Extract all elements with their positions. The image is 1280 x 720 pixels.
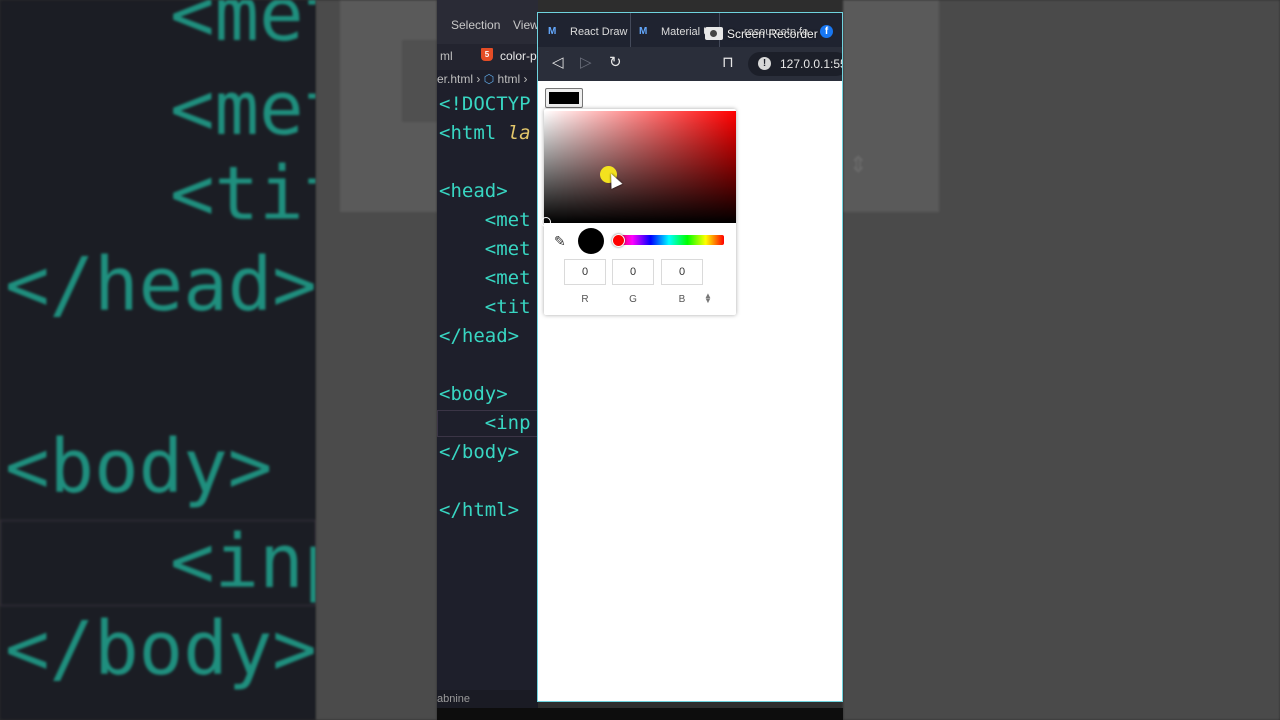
reload-icon[interactable]: ↻ [609,55,622,71]
breadcrumb-element[interactable]: html [498,72,521,86]
code-line[interactable]: <tit [439,296,531,318]
bg-code-line: <met [170,0,316,58]
code-editor: Selection View ml 5 color-p er.html › ⬡ … [437,0,538,710]
saturation-area[interactable] [544,111,736,223]
breadcrumb-file[interactable]: er.html [437,72,473,86]
code-line[interactable]: <met [439,267,531,289]
code-line[interactable]: <!DOCTYP [439,93,531,115]
bookmark-icon[interactable]: ⊓ [722,55,734,71]
browser-window: M React Draw M Material U resourcetp fo … [537,12,843,702]
editor-tab-bar: ml 5 color-p [437,44,538,70]
address-bar[interactable]: ! 127.0.0.1:55 [748,52,843,76]
color-input[interactable] [545,88,583,108]
mui-logo-icon: M [639,26,648,37]
breadcrumb: er.html › ⬡ html › [437,72,528,86]
eyedropper-icon[interactable]: ✎ [554,233,566,250]
code-line[interactable]: </html> [439,499,519,521]
color-input-swatch [549,92,579,104]
bottom-edge [437,708,843,720]
bg-card [402,40,437,122]
code-line[interactable]: <html la [439,122,531,144]
background-zoom-right: ⇕ [843,0,1280,720]
saturation-handle[interactable] [541,217,551,227]
bg-code-line: <met [170,66,316,152]
info-icon[interactable]: ! [758,57,771,70]
code-tag: <html [439,122,508,144]
hue-slider-handle[interactable] [612,234,625,247]
blue-label: B [678,294,686,305]
bg-code-line: <tit [170,151,316,237]
facebook-icon[interactable]: f [820,25,833,38]
chevron-right-icon: › [523,72,528,86]
red-field[interactable]: 0 [564,259,606,285]
code-line[interactable]: </head> [439,325,519,347]
browser-tab-label: Material U [661,26,712,38]
menu-selection[interactable]: Selection [451,18,500,32]
editor-menubar: Selection View [437,0,538,50]
chevron-right-icon: › [476,72,484,86]
background-zoom-left: <met <met <tit </head> <body> <inp </bod… [0,0,316,720]
bg-card [843,0,939,212]
bg-code-line: </body> [5,606,316,692]
color-preview [578,228,604,254]
browser-tab-label: React Draw [570,26,628,38]
page-content: ✎ 0 0 0 R G B ▲ ▼ [538,81,842,701]
code-attr: la [507,122,531,144]
html5-icon: 5 [481,48,493,61]
code-line[interactable]: <head> [439,180,508,202]
code-line[interactable]: <inp [439,412,531,434]
screen-recorder-label: Screen Recorder [727,27,818,41]
browser-tab[interactable]: M React Draw [538,13,631,47]
editor-tab-prev[interactable]: ml [440,49,453,63]
browser-tab-strip: M React Draw M Material U resourcetp fo … [538,13,842,47]
screen-recorder-watermark: Screen Recorder [705,27,818,41]
code-line[interactable]: <met [439,238,531,260]
up-down-arrows-icon[interactable]: ▲ ▼ [704,292,712,305]
code-line[interactable]: </body> [439,441,519,463]
red-label: R [581,294,589,305]
code-line[interactable]: <met [439,209,531,231]
forward-icon[interactable]: ▷ [580,55,592,71]
editor-tab-active[interactable]: color-p [500,49,537,63]
bg-arrows-icon: ⇕ [849,152,868,177]
bg-code-line: </head> [5,242,316,328]
bg-code-line: <body> [5,424,273,510]
menu-view[interactable]: View [513,18,538,32]
camera-icon [705,27,723,40]
bg-code-line: <inp [170,519,316,605]
url-text: 127.0.0.1:55 [780,57,843,71]
browser-toolbar: ◁ ▷ ↻ ⊓ ! 127.0.0.1:55 [538,47,843,81]
green-field[interactable]: 0 [612,259,654,285]
green-label: G [629,294,637,305]
back-icon[interactable]: ◁ [552,55,564,71]
html-element-icon: ⬡ [483,72,495,86]
background-zoom-middle [316,0,437,720]
status-tabnine[interactable]: abnine [437,693,470,705]
status-bar: abnine [437,690,538,710]
hue-slider[interactable] [614,235,724,245]
mui-logo-icon: M [548,26,557,37]
blue-field[interactable]: 0 [661,259,703,285]
code-line[interactable]: <body> [439,383,508,405]
color-picker-popup: ✎ 0 0 0 R G B ▲ ▼ [541,109,736,315]
